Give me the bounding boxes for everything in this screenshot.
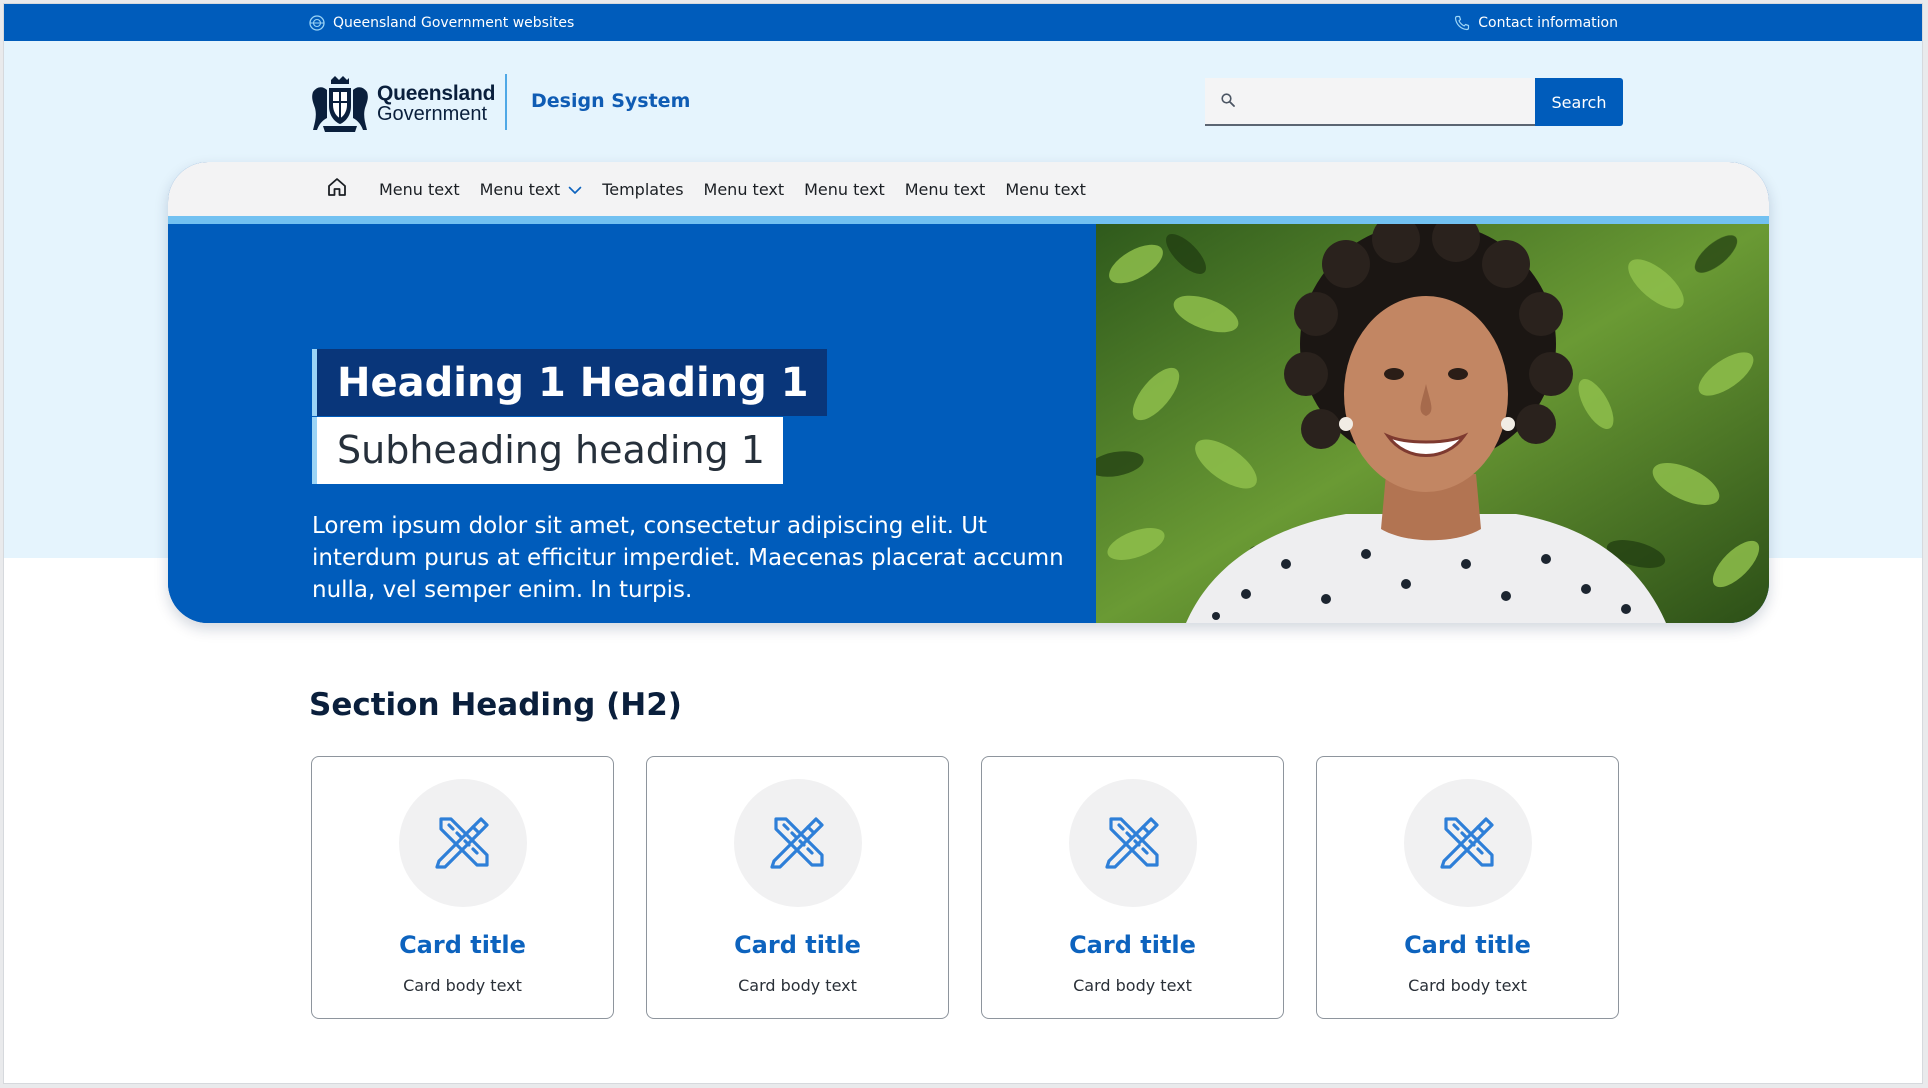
- nav-item-label: Menu text: [1005, 179, 1086, 199]
- home-icon: [326, 176, 348, 202]
- card-title: Card title: [399, 931, 526, 959]
- card-icon-container: [1404, 779, 1532, 907]
- contact-information-link[interactable]: Contact information: [1454, 4, 1618, 41]
- site-search: Search: [1205, 78, 1623, 126]
- card-body-text: Card body text: [1408, 976, 1527, 995]
- logo-wordmark: Queensland Government: [377, 83, 495, 125]
- nav-item-templates[interactable]: Templates: [592, 162, 693, 216]
- nav-item-label: Menu text: [904, 179, 986, 199]
- nav-item-label: Menu text: [804, 179, 885, 199]
- card-body-text: Card body text: [403, 976, 522, 995]
- nav-item-menu-1[interactable]: Menu text: [369, 162, 470, 216]
- pencil-ruler-icon: [1103, 813, 1163, 873]
- search-icon: [1221, 92, 1235, 111]
- globe-icon: [309, 14, 325, 31]
- card[interactable]: Card title Card body text: [311, 756, 614, 1019]
- card-icon-container: [1069, 779, 1197, 907]
- nav-accent-bar: [168, 216, 1769, 224]
- nav-item-menu-7[interactable]: Menu text: [995, 162, 1096, 216]
- card-title: Card title: [734, 931, 861, 959]
- coat-of-arms-icon: [309, 74, 371, 134]
- logo-line-1: Queensland: [377, 82, 496, 105]
- search-button[interactable]: Search: [1535, 78, 1623, 126]
- nav-item-label: Menu text: [379, 179, 460, 199]
- nav-item-label: Templates: [602, 179, 684, 199]
- phone-icon: [1454, 15, 1470, 31]
- card[interactable]: Card title Card body text: [1316, 756, 1619, 1019]
- card[interactable]: Card title Card body text: [646, 756, 949, 1019]
- nav-home-link[interactable]: [313, 162, 361, 224]
- nav-item-label: Menu text: [479, 179, 561, 199]
- pencil-ruler-icon: [433, 813, 493, 873]
- card-list: Card title Card body text Card title Car…: [311, 756, 1619, 1019]
- main-navigation: Menu text Menu text Templates Menu text …: [168, 162, 1769, 224]
- contact-information-label: Contact information: [1478, 14, 1618, 31]
- hero-subheading: Subheading heading 1: [312, 417, 783, 484]
- nav-item-menu-dropdown[interactable]: Menu text: [470, 162, 593, 216]
- section-heading: Section Heading (H2): [309, 687, 682, 723]
- hero-content: Heading 1 Heading 1 Subheading heading 1…: [168, 224, 1096, 623]
- card-body-text: Card body text: [1073, 976, 1192, 995]
- pencil-ruler-icon: [768, 813, 828, 873]
- chevron-down-icon: [568, 180, 582, 199]
- nav-item-menu-6[interactable]: Menu text: [895, 162, 996, 216]
- gov-websites-link[interactable]: Queensland Government websites: [309, 4, 574, 41]
- gov-top-bar: Queensland Government websites Contact i…: [4, 4, 1922, 41]
- pencil-ruler-icon: [1438, 813, 1498, 873]
- nav-item-label: Menu text: [703, 179, 785, 199]
- hero-heading: Heading 1 Heading 1: [312, 349, 827, 416]
- card-icon-container: [399, 779, 527, 907]
- gov-websites-label: Queensland Government websites: [333, 14, 575, 31]
- site-name[interactable]: Design System: [531, 90, 690, 112]
- search-input[interactable]: [1243, 81, 1523, 121]
- card-body-text: Card body text: [738, 976, 857, 995]
- card-icon-container: [734, 779, 862, 907]
- nav-item-menu-5[interactable]: Menu text: [794, 162, 895, 216]
- nav-item-menu-4[interactable]: Menu text: [694, 162, 795, 216]
- page-frame: Queensland Government websites Contact i…: [3, 3, 1923, 1084]
- hero-image: [1096, 224, 1769, 623]
- card[interactable]: Card title Card body text: [981, 756, 1284, 1019]
- card-title: Card title: [1069, 931, 1196, 959]
- qld-government-logo[interactable]: Queensland Government: [309, 74, 495, 134]
- logo-divider: [505, 74, 507, 130]
- logo-line-2: Government: [377, 103, 488, 125]
- card-title: Card title: [1404, 931, 1531, 959]
- search-field[interactable]: [1205, 78, 1535, 126]
- hero-body-text: Lorem ipsum dolor sit amet, consectetur …: [312, 513, 1064, 603]
- hero-banner: Menu text Menu text Templates Menu text …: [168, 162, 1769, 623]
